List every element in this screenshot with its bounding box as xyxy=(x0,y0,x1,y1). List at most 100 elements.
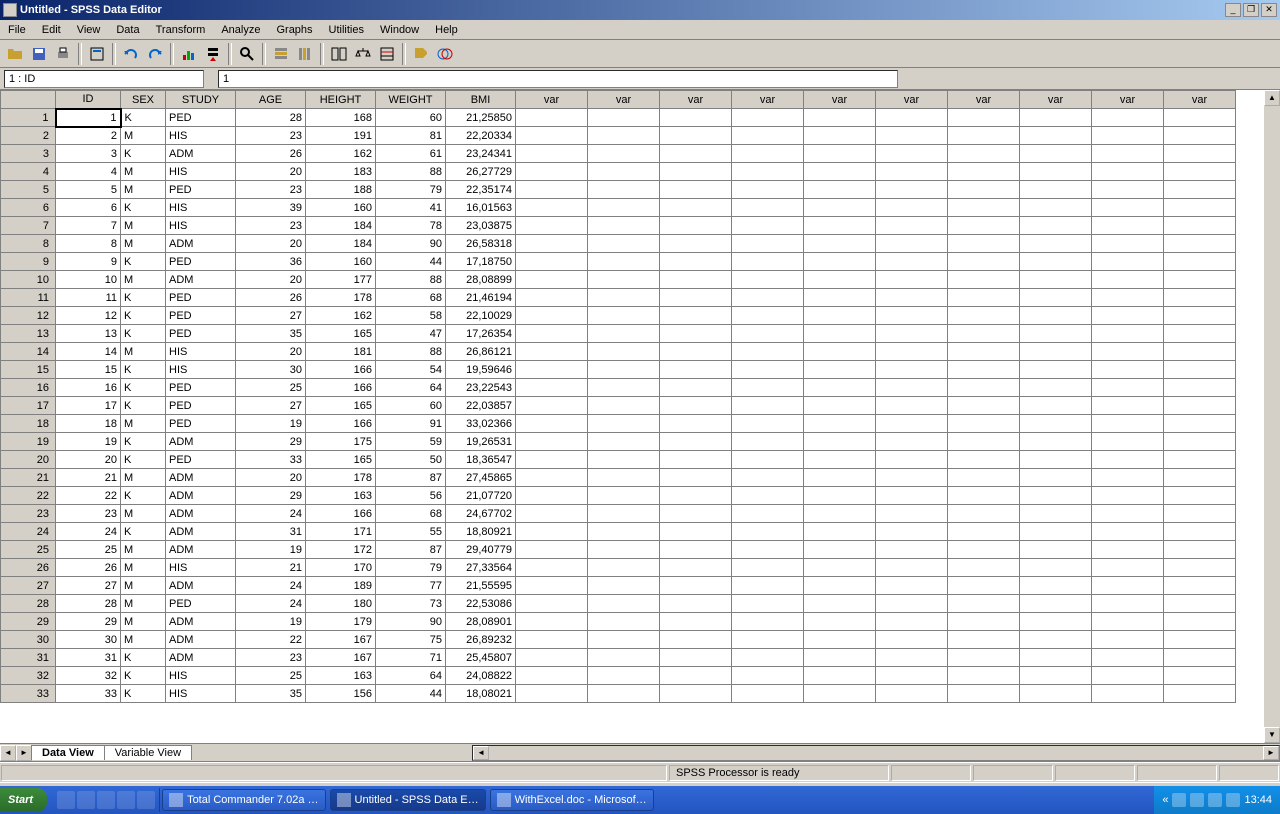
data-cell[interactable] xyxy=(732,577,804,595)
data-cell[interactable] xyxy=(804,127,876,145)
data-cell[interactable] xyxy=(516,667,588,685)
data-cell[interactable]: K xyxy=(121,379,166,397)
data-cell[interactable]: 13 xyxy=(56,325,121,343)
data-cell[interactable]: 16,01563 xyxy=(446,199,516,217)
data-cell[interactable]: 5 xyxy=(56,181,121,199)
data-cell[interactable]: HIS xyxy=(166,685,236,703)
data-cell[interactable]: K xyxy=(121,649,166,667)
data-cell[interactable] xyxy=(804,379,876,397)
data-cell[interactable]: M xyxy=(121,577,166,595)
data-cell[interactable] xyxy=(876,667,948,685)
data-cell[interactable] xyxy=(1164,289,1236,307)
data-cell[interactable]: 167 xyxy=(306,649,376,667)
data-cell[interactable] xyxy=(1092,505,1164,523)
row-header[interactable]: 12 xyxy=(1,307,56,325)
find-button[interactable] xyxy=(236,43,258,65)
data-cell[interactable] xyxy=(948,181,1020,199)
row-header[interactable]: 29 xyxy=(1,613,56,631)
data-cell[interactable]: 36 xyxy=(236,253,306,271)
data-cell[interactable]: 168 xyxy=(306,109,376,127)
data-cell[interactable]: M xyxy=(121,343,166,361)
data-cell[interactable] xyxy=(660,415,732,433)
data-cell[interactable]: 26 xyxy=(56,559,121,577)
data-cell[interactable] xyxy=(804,163,876,181)
data-cell[interactable] xyxy=(804,613,876,631)
data-cell[interactable] xyxy=(804,253,876,271)
data-cell[interactable] xyxy=(1092,217,1164,235)
scroll-left-button[interactable]: ◄ xyxy=(473,746,489,760)
data-cell[interactable] xyxy=(732,271,804,289)
data-cell[interactable] xyxy=(1092,487,1164,505)
data-cell[interactable]: 20 xyxy=(236,235,306,253)
data-cell[interactable]: K xyxy=(121,361,166,379)
data-cell[interactable]: 6 xyxy=(56,199,121,217)
data-cell[interactable]: 50 xyxy=(376,451,446,469)
data-cell[interactable]: K xyxy=(121,325,166,343)
data-cell[interactable] xyxy=(948,199,1020,217)
data-cell[interactable] xyxy=(876,379,948,397)
data-cell[interactable] xyxy=(1164,667,1236,685)
data-cell[interactable] xyxy=(1164,505,1236,523)
data-cell[interactable] xyxy=(588,199,660,217)
data-cell[interactable]: M xyxy=(121,217,166,235)
data-cell[interactable] xyxy=(876,235,948,253)
data-cell[interactable]: 162 xyxy=(306,307,376,325)
data-cell[interactable]: 23 xyxy=(56,505,121,523)
data-cell[interactable] xyxy=(876,109,948,127)
row-header[interactable]: 2 xyxy=(1,127,56,145)
data-cell[interactable] xyxy=(660,595,732,613)
row-header[interactable]: 18 xyxy=(1,415,56,433)
data-cell[interactable]: 88 xyxy=(376,343,446,361)
data-cell[interactable]: 20 xyxy=(236,163,306,181)
data-cell[interactable]: 23,03875 xyxy=(446,217,516,235)
data-cell[interactable]: 24 xyxy=(56,523,121,541)
data-cell[interactable] xyxy=(1164,199,1236,217)
data-cell[interactable] xyxy=(588,577,660,595)
data-cell[interactable] xyxy=(588,109,660,127)
data-cell[interactable] xyxy=(876,631,948,649)
data-cell[interactable]: 91 xyxy=(376,415,446,433)
data-cell[interactable] xyxy=(732,667,804,685)
data-cell[interactable]: 18,08021 xyxy=(446,685,516,703)
data-cell[interactable]: M xyxy=(121,469,166,487)
quick-launch-icon[interactable] xyxy=(137,791,155,809)
column-header-age[interactable]: AGE xyxy=(236,91,306,109)
data-cell[interactable] xyxy=(516,649,588,667)
data-cell[interactable] xyxy=(588,433,660,451)
data-cell[interactable]: 11 xyxy=(56,289,121,307)
data-cell[interactable] xyxy=(1164,451,1236,469)
scroll-down-button[interactable]: ▼ xyxy=(1264,727,1280,743)
data-cell[interactable] xyxy=(732,505,804,523)
row-header[interactable]: 8 xyxy=(1,235,56,253)
row-header[interactable]: 23 xyxy=(1,505,56,523)
column-header-id[interactable]: ID xyxy=(56,91,121,109)
data-cell[interactable] xyxy=(1164,109,1236,127)
data-cell[interactable]: 162 xyxy=(306,145,376,163)
data-cell[interactable] xyxy=(1092,523,1164,541)
data-cell[interactable] xyxy=(1020,433,1092,451)
data-cell[interactable] xyxy=(588,289,660,307)
data-cell[interactable] xyxy=(588,451,660,469)
data-cell[interactable]: 166 xyxy=(306,505,376,523)
data-cell[interactable] xyxy=(732,541,804,559)
data-cell[interactable]: 172 xyxy=(306,541,376,559)
data-cell[interactable] xyxy=(1020,631,1092,649)
data-cell[interactable] xyxy=(804,631,876,649)
data-cell[interactable]: ADM xyxy=(166,523,236,541)
data-cell[interactable]: 73 xyxy=(376,595,446,613)
data-cell[interactable] xyxy=(1092,199,1164,217)
column-header-empty[interactable]: var xyxy=(1020,91,1092,109)
data-cell[interactable]: 33 xyxy=(236,451,306,469)
data-cell[interactable]: M xyxy=(121,559,166,577)
menu-graphs[interactable]: Graphs xyxy=(268,22,320,38)
data-cell[interactable] xyxy=(876,217,948,235)
row-header[interactable]: 6 xyxy=(1,199,56,217)
data-cell[interactable]: 166 xyxy=(306,379,376,397)
data-cell[interactable] xyxy=(732,415,804,433)
data-cell[interactable] xyxy=(660,271,732,289)
data-cell[interactable]: 167 xyxy=(306,631,376,649)
data-cell[interactable] xyxy=(876,685,948,703)
data-cell[interactable]: PED xyxy=(166,325,236,343)
data-cell[interactable]: PED xyxy=(166,379,236,397)
data-cell[interactable]: 183 xyxy=(306,163,376,181)
